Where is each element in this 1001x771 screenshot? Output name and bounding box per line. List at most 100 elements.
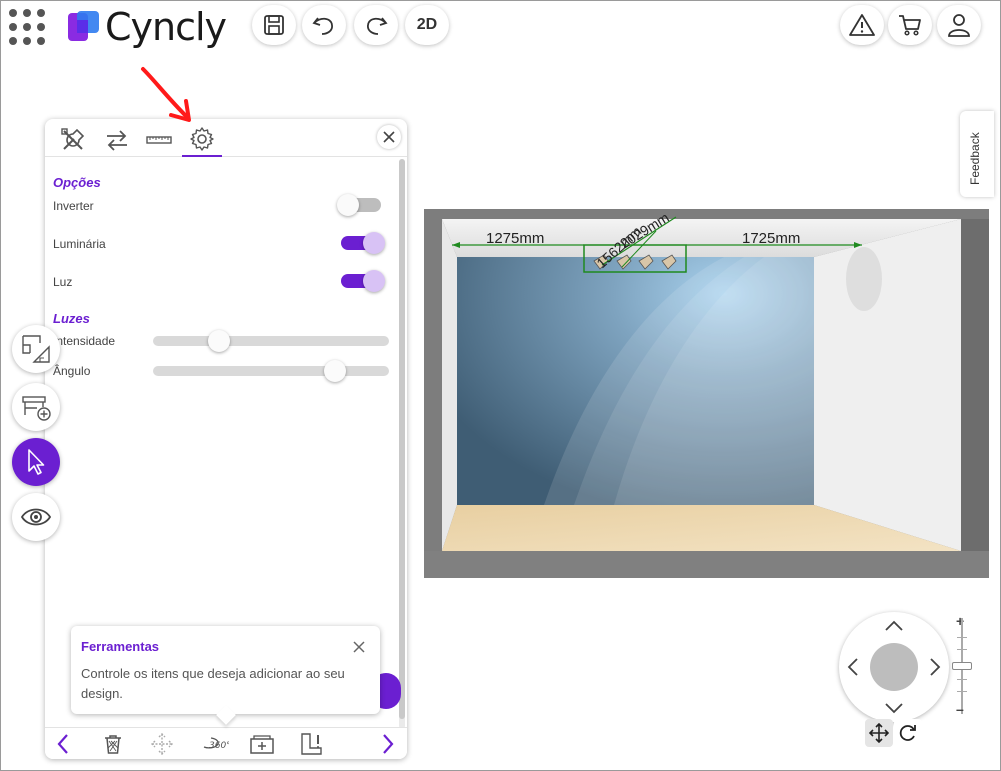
move-tool-button[interactable] bbox=[148, 732, 176, 756]
view-mode-2d-button[interactable]: 2D bbox=[405, 5, 449, 45]
select-tool-button[interactable] bbox=[12, 438, 60, 486]
save-icon bbox=[264, 15, 284, 35]
warning-item-icon bbox=[301, 733, 322, 755]
tab-swap[interactable] bbox=[97, 123, 137, 157]
close-icon bbox=[353, 641, 365, 653]
user-icon bbox=[948, 14, 970, 37]
option-label-luminaria: Luminária bbox=[53, 237, 106, 251]
room-render: 1275mm 1725mm 1562mm 2029mm bbox=[424, 209, 989, 578]
slider-thumb[interactable] bbox=[208, 330, 231, 352]
camera-navigation-pad bbox=[839, 612, 949, 722]
panel-close-button[interactable] bbox=[377, 125, 401, 149]
chevron-right-icon bbox=[930, 658, 941, 676]
eye-icon bbox=[20, 508, 52, 526]
gear-icon bbox=[190, 127, 214, 151]
prev-button[interactable] bbox=[49, 732, 77, 756]
tools-icon bbox=[61, 128, 85, 150]
panel-bottom-bar: 360° bbox=[45, 727, 407, 759]
redo-button[interactable] bbox=[354, 5, 398, 45]
feedback-tab[interactable]: Feedback bbox=[960, 111, 994, 197]
tab-tools[interactable] bbox=[53, 123, 93, 157]
rotate-icon bbox=[899, 725, 916, 741]
luminaria-toggle[interactable] bbox=[341, 232, 385, 254]
move-icon bbox=[151, 733, 173, 755]
slider-label-angle: Ângulo bbox=[53, 364, 91, 378]
zoom-slider-thumb[interactable] bbox=[952, 662, 972, 670]
panel-tabs bbox=[45, 119, 407, 157]
brand-logo[interactable]: Cyncly bbox=[67, 5, 227, 49]
red-annotation-arrow bbox=[141, 67, 191, 122]
nav-right-button[interactable] bbox=[925, 657, 945, 677]
option-label-inverter: Inverter bbox=[53, 199, 94, 213]
zoom-tick bbox=[957, 649, 967, 650]
move-icon bbox=[869, 723, 889, 743]
add-furniture-button[interactable] bbox=[12, 383, 60, 431]
orbit-mode-button[interactable] bbox=[894, 719, 922, 747]
lights-section-title: Luzes bbox=[53, 311, 90, 326]
dimension-label-right: 1725mm bbox=[742, 230, 800, 247]
brand-mark-icon bbox=[68, 11, 99, 41]
floorplan-icon bbox=[22, 335, 50, 363]
swap-arrows-icon bbox=[107, 130, 127, 151]
chevron-down-icon bbox=[885, 703, 903, 714]
luz-toggle[interactable] bbox=[341, 270, 385, 292]
undo-icon bbox=[312, 17, 333, 35]
slider-thumb[interactable] bbox=[323, 360, 346, 382]
delete-button[interactable] bbox=[99, 732, 127, 756]
app-frame: Cyncly 2D Opções Inverter Luminária Luz … bbox=[0, 0, 1001, 771]
toggle-knob bbox=[363, 270, 385, 292]
redo-icon bbox=[367, 17, 388, 35]
tooltip-close-button[interactable] bbox=[352, 640, 366, 654]
feedback-label: Feedback bbox=[968, 132, 982, 185]
user-button[interactable] bbox=[937, 5, 981, 45]
item-warning-button[interactable] bbox=[298, 732, 326, 756]
nav-center-button[interactable] bbox=[870, 643, 918, 691]
next-button[interactable] bbox=[374, 732, 402, 756]
warning-button[interactable] bbox=[840, 5, 884, 45]
add-frame-icon bbox=[250, 735, 274, 754]
warning-icon bbox=[849, 14, 875, 36]
apps-grid-icon[interactable] bbox=[7, 7, 47, 47]
brand-name: Cyncly bbox=[105, 5, 227, 49]
nav-down-button[interactable] bbox=[884, 698, 904, 718]
nav-up-button[interactable] bbox=[884, 616, 904, 636]
toggle-knob bbox=[363, 232, 385, 254]
options-section-title: Opções bbox=[53, 175, 101, 190]
3d-viewport[interactable]: 1275mm 1725mm 1562mm 2029mm bbox=[424, 209, 989, 578]
undo-button[interactable] bbox=[302, 5, 346, 45]
trash-icon bbox=[105, 735, 121, 754]
save-button[interactable] bbox=[252, 5, 296, 45]
nav-left-button[interactable] bbox=[843, 657, 863, 677]
cart-button[interactable] bbox=[888, 5, 932, 45]
inverter-toggle[interactable] bbox=[337, 194, 381, 216]
tooltip-title: Ferramentas bbox=[81, 639, 160, 654]
intensity-slider[interactable] bbox=[153, 330, 389, 352]
dimension-label-left: 1275mm bbox=[486, 230, 544, 247]
zoom-tick bbox=[957, 691, 967, 692]
svg-text:360°: 360° bbox=[209, 741, 229, 751]
view-visibility-button[interactable] bbox=[12, 493, 60, 541]
tools-tooltip: Ferramentas Controle os itens que deseja… bbox=[71, 626, 380, 714]
next-arrow-icon bbox=[383, 734, 394, 754]
angle-slider[interactable] bbox=[153, 360, 389, 382]
panel-scrollbar[interactable] bbox=[399, 159, 405, 729]
pan-mode-button[interactable] bbox=[865, 719, 893, 747]
view-mode-label: 2D bbox=[416, 16, 438, 33]
scrollbar-thumb[interactable] bbox=[399, 159, 405, 719]
chevron-up-icon bbox=[885, 620, 903, 631]
ruler-icon bbox=[146, 136, 172, 144]
rotate-360-icon: 360° bbox=[203, 737, 229, 751]
add-furniture-icon bbox=[22, 396, 51, 421]
prev-arrow-icon bbox=[57, 734, 68, 754]
top-bar: Cyncly 2D bbox=[1, 1, 1001, 57]
cursor-icon bbox=[28, 449, 45, 475]
tooltip-body: Controle os itens que deseja adicionar a… bbox=[81, 666, 345, 701]
floorplan-tool-button[interactable] bbox=[12, 325, 60, 373]
close-icon bbox=[383, 131, 395, 143]
add-frame-button[interactable] bbox=[248, 732, 276, 756]
zoom-tick bbox=[957, 679, 967, 680]
zoom-tick bbox=[957, 637, 967, 638]
toggle-knob bbox=[337, 194, 359, 216]
zoom-out-button[interactable]: – bbox=[956, 701, 964, 717]
rotate-360-button[interactable]: 360° bbox=[198, 732, 230, 756]
